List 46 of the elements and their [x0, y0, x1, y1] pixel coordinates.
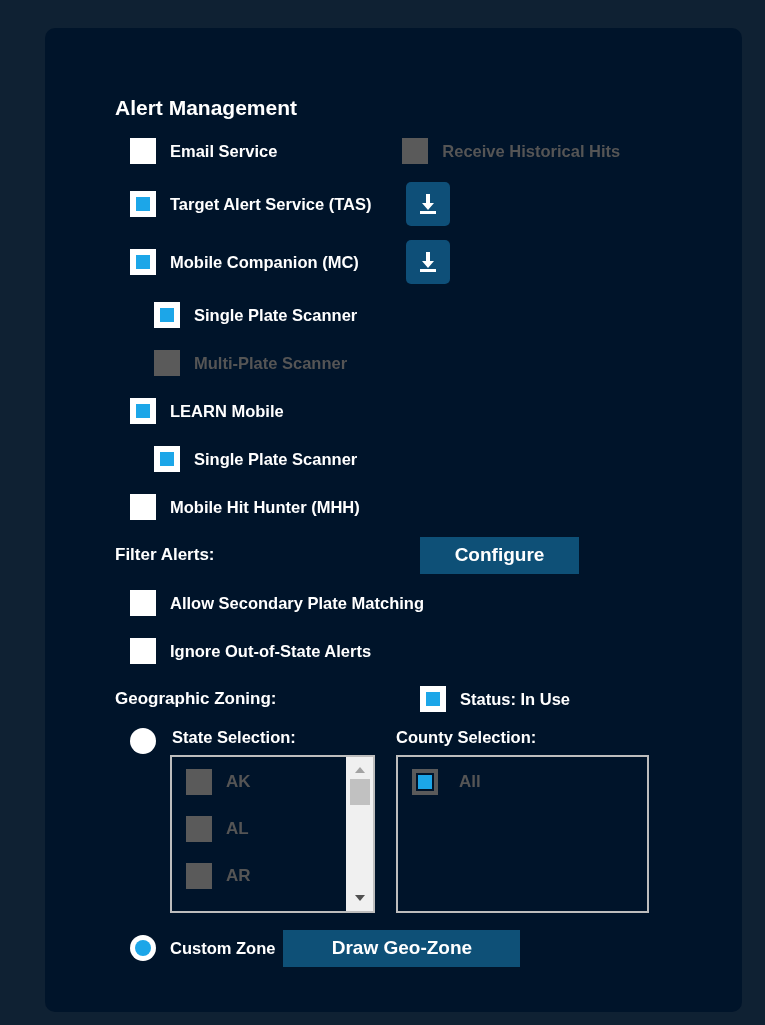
- list-label: State Selection:: [172, 728, 297, 747]
- checkbox[interactable]: [130, 398, 156, 424]
- option-label: Allow Secondary Plate Matching: [170, 593, 424, 613]
- scroll-thumb[interactable]: [349, 779, 370, 805]
- option-label: Mobile Hit Hunter (MHH): [170, 497, 360, 517]
- scrollbar[interactable]: [346, 757, 373, 911]
- checkbox[interactable]: [186, 769, 212, 795]
- option-label: Target Alert Service (TAS): [170, 194, 373, 214]
- option-label: Email Service: [170, 141, 278, 161]
- download-button[interactable]: [406, 240, 450, 284]
- up-arrow-icon: [354, 767, 365, 773]
- checkbox[interactable]: [130, 249, 156, 275]
- state-label: AL: [226, 819, 249, 839]
- configure-button[interactable]: Configure: [420, 536, 579, 574]
- checkbox[interactable]: [186, 816, 212, 842]
- checkbox[interactable]: [154, 302, 180, 328]
- section-label: Geographic Zoning:: [115, 689, 278, 709]
- checkbox[interactable]: [186, 863, 212, 889]
- checkbox[interactable]: [412, 769, 438, 795]
- draw-geo-zone-button[interactable]: Draw Geo-Zone: [283, 929, 521, 967]
- radio-button[interactable]: [130, 935, 156, 961]
- checkbox[interactable]: [154, 446, 180, 472]
- section-label: Filter Alerts:: [115, 545, 216, 565]
- state-label: AR: [226, 866, 251, 886]
- option-label: LEARN Mobile: [170, 401, 284, 421]
- download-button[interactable]: [406, 182, 450, 226]
- county-label: All: [459, 772, 481, 792]
- option-label: Mobile Companion (MC): [170, 252, 360, 272]
- checkbox[interactable]: [130, 191, 156, 217]
- option-label: Receive Historical Hits: [442, 141, 621, 161]
- option-label: Multi-Plate Scanner: [194, 353, 348, 373]
- checkbox[interactable]: [130, 138, 156, 164]
- down-arrow-icon: [354, 895, 365, 901]
- checkbox[interactable]: [130, 590, 156, 616]
- radio-button[interactable]: [130, 728, 156, 754]
- option-label: Custom Zone: [170, 938, 276, 958]
- status-label: Status: In Use: [460, 689, 571, 709]
- checkbox[interactable]: [130, 638, 156, 664]
- checkbox[interactable]: [420, 686, 446, 712]
- list-label: County Selection:: [396, 728, 538, 747]
- state-label: AK: [226, 772, 251, 792]
- option-label: Ignore Out-of-State Alerts: [170, 641, 372, 661]
- checkbox[interactable]: [130, 494, 156, 520]
- section-title: Alert Management: [115, 96, 299, 120]
- option-label: Single Plate Scanner: [194, 305, 358, 325]
- option-label: Single Plate Scanner: [194, 449, 358, 469]
